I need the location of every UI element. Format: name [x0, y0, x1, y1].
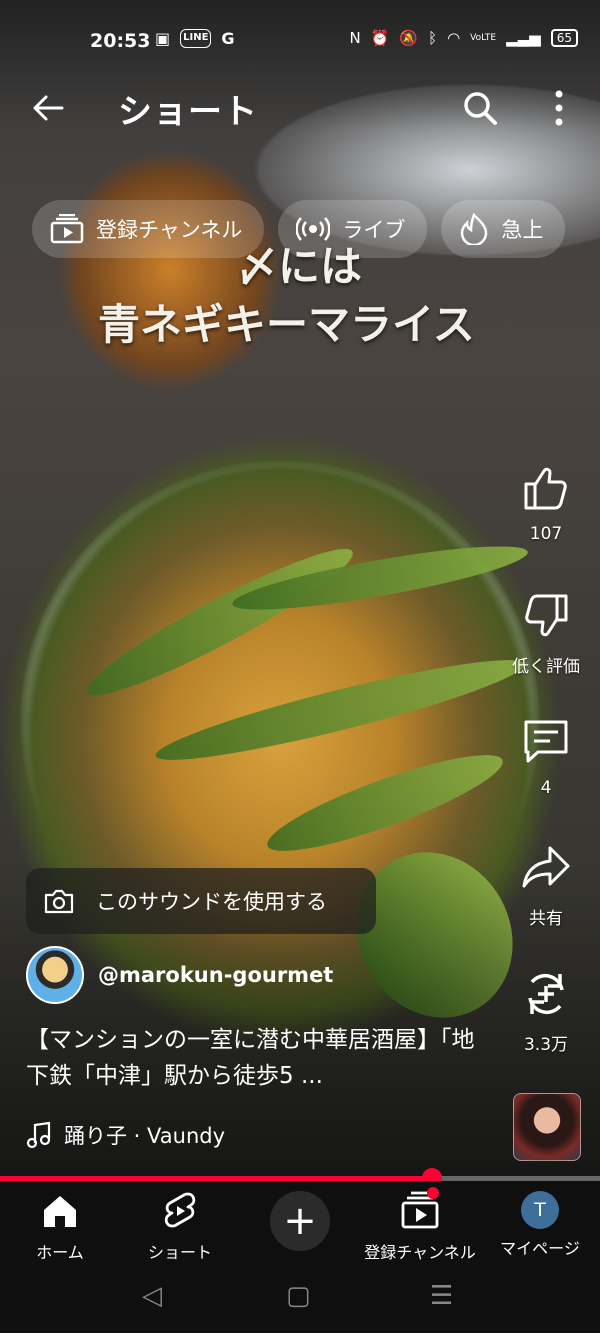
use-sound-button[interactable]: このサウンドを使用する	[26, 868, 376, 934]
remix-count: 3.3万	[523, 1035, 569, 1055]
nav-label: ホーム	[36, 1243, 84, 1262]
thumbs-up-icon	[524, 467, 567, 510]
mute-icon: 🔕	[399, 29, 419, 47]
nav-label: マイページ	[500, 1239, 580, 1258]
comments-button[interactable]: 4	[500, 716, 592, 798]
channel-handle[interactable]: @marokun-gourmet	[98, 963, 333, 987]
comment-icon	[524, 720, 568, 763]
sound-thumbnail[interactable]	[513, 1093, 581, 1161]
caption-line-1: 〆には	[236, 242, 363, 291]
home-icon	[44, 1196, 76, 1227]
like-button[interactable]: 107	[500, 462, 592, 544]
volte-icon: VoLTE	[470, 33, 497, 43]
use-sound-label: このサウンドを使用する	[96, 890, 327, 914]
bottom-navigation: ホーム ショート + 登録チャンネル T マイページ	[0, 1181, 600, 1267]
chip-label: 急上	[501, 218, 544, 242]
caption-line-2: 青ネギキーマライス	[98, 300, 475, 349]
status-time: 20:53	[90, 30, 151, 52]
battery-icon: 65	[550, 29, 578, 47]
system-navigation-bar: ◁ ▢ ☰	[0, 1267, 600, 1333]
shorts-icon	[164, 1192, 196, 1228]
dislike-label: 低く評価	[512, 657, 580, 677]
google-icon: G	[221, 29, 235, 48]
remix-icon	[528, 973, 564, 1015]
remix-button[interactable]: 3.3万	[500, 968, 592, 1055]
dislike-button[interactable]: 低く評価	[500, 590, 592, 677]
share-label: 共有	[529, 909, 563, 929]
nav-subscriptions[interactable]: 登録チャンネル	[360, 1191, 480, 1263]
nav-label: 登録チャンネル	[364, 1243, 476, 1262]
profile-avatar: T	[521, 1191, 559, 1229]
nfc-icon: N	[349, 29, 361, 47]
system-recents-icon[interactable]: ☰	[430, 1281, 453, 1311]
line-icon: LINE	[180, 29, 212, 48]
system-home-icon[interactable]: ▢	[286, 1281, 311, 1311]
comments-count: 4	[540, 778, 552, 798]
plus-icon: +	[283, 1198, 317, 1244]
status-bar: 20:53 ▣ LINE G N ⏰ 🔕 ᛒ ◠ VoLTE ▂▃▅ 65	[0, 0, 600, 80]
signal-icon: ▂▃▅	[506, 29, 541, 47]
alarm-icon: ⏰	[370, 29, 390, 47]
music-note-icon	[26, 1121, 51, 1149]
scallion-decoration	[77, 532, 363, 712]
shorts-screen: 20:53 ▣ LINE G N ⏰ 🔕 ᛒ ◠ VoLTE ▂▃▅ 65 ショ…	[0, 0, 600, 1333]
nav-home[interactable]: ホーム	[0, 1191, 120, 1263]
bluetooth-icon: ᛒ	[428, 29, 438, 47]
status-notification-icons: ▣ LINE G	[155, 29, 235, 48]
search-icon[interactable]	[460, 88, 500, 128]
video-description[interactable]: 【マンションの一室に潜む中華居酒屋】「地下鉄「中津」駅から徒歩5 ...	[26, 1022, 476, 1094]
nav-label: ショート	[147, 1243, 212, 1262]
channel-row[interactable]: @marokun-gourmet	[26, 946, 333, 1004]
scallion-decoration	[259, 738, 511, 868]
create-button[interactable]: +	[270, 1191, 330, 1251]
page-title: ショート	[118, 92, 258, 132]
nav-shorts[interactable]: ショート	[120, 1191, 240, 1263]
status-system-icons: N ⏰ 🔕 ᛒ ◠ VoLTE ▂▃▅ 65	[349, 29, 578, 47]
music-info[interactable]: 踊り子 · Vaundy	[26, 1120, 225, 1150]
photos-icon: ▣	[155, 29, 171, 48]
notification-dot	[427, 1187, 439, 1199]
subscriptions-icon	[50, 214, 84, 244]
video-caption-overlay: 〆には 青ネギキーマライス	[98, 238, 475, 354]
wifi-icon: ◠	[447, 29, 461, 47]
system-back-icon[interactable]: ◁	[142, 1281, 162, 1311]
back-arrow-icon[interactable]	[28, 88, 68, 128]
camera-icon	[44, 889, 74, 914]
share-button[interactable]: 共有	[500, 842, 592, 929]
music-title: 踊り子 · Vaundy	[64, 1124, 226, 1148]
nav-you[interactable]: T マイページ	[480, 1191, 600, 1259]
app-header: ショート	[0, 84, 600, 134]
like-count: 107	[529, 524, 563, 544]
thumbs-down-icon	[525, 594, 568, 637]
more-options-icon[interactable]	[545, 88, 573, 128]
channel-avatar[interactable]	[26, 946, 84, 1004]
share-icon	[522, 846, 570, 888]
